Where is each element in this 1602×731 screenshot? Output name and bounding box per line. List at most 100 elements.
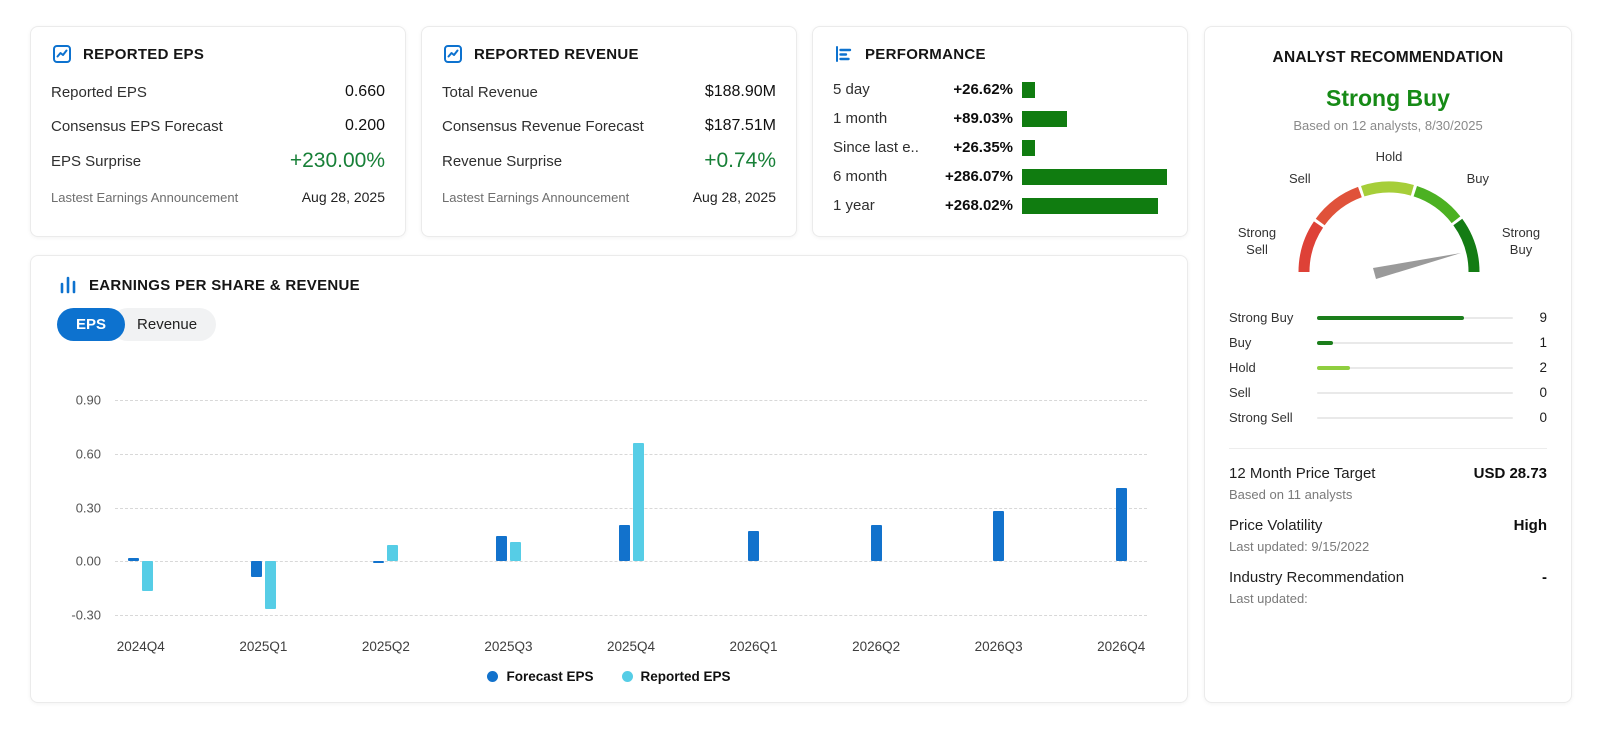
eps-bar[interactable] — [871, 525, 882, 561]
performance-row: 1 year+268.02% — [833, 191, 1167, 220]
eps-bar[interactable] — [619, 525, 630, 561]
stat-row-surprise: EPS Surprise +230.00% — [51, 143, 385, 181]
performance-bar-track — [1013, 198, 1167, 214]
legend-item[interactable]: Reported EPS — [622, 669, 731, 684]
consensus-subtitle: Based on 12 analysts, 8/30/2025 — [1229, 118, 1547, 133]
eps-bar[interactable] — [510, 542, 521, 562]
eps-bar[interactable] — [387, 545, 398, 561]
bar-chart-icon — [57, 274, 79, 296]
distribution-track — [1317, 392, 1513, 394]
distribution-row: Hold2 — [1229, 355, 1547, 380]
tab-revenue[interactable]: Revenue — [111, 308, 216, 341]
x-axis-tick: 2026Q2 — [852, 639, 900, 654]
eps-bar[interactable] — [251, 561, 262, 577]
legend-item[interactable]: Forecast EPS — [487, 669, 593, 684]
performance-bar — [1022, 111, 1067, 127]
y-axis-tick: 0.00 — [76, 554, 101, 569]
distribution-count: 2 — [1513, 360, 1547, 375]
performance-rows: 5 day+26.62%1 month+89.03%Since last e..… — [833, 75, 1167, 220]
stat-row-announcement: Lastest Earnings Announcement Aug 28, 20… — [442, 181, 776, 213]
performance-bar-track — [1013, 82, 1167, 98]
card-title: REPORTED EPS — [83, 46, 204, 63]
reported-revenue-card: REPORTED REVENUE Total Revenue $188.90M … — [421, 26, 797, 237]
performance-period: 6 month — [833, 168, 919, 185]
performance-card: PERFORMANCE 5 day+26.62%1 month+89.03%Si… — [812, 26, 1188, 237]
distribution-fill — [1317, 341, 1333, 345]
industry-row: Industry Recommendation - — [1229, 569, 1547, 586]
recommendation-gauge: Hold Sell Buy Strong Sell Strong Buy — [1229, 149, 1549, 291]
legend-dot — [487, 671, 498, 682]
distribution-label: Strong Sell — [1229, 410, 1317, 425]
eps-bar[interactable] — [496, 536, 507, 561]
legend-dot — [622, 671, 633, 682]
performance-change: +268.02% — [919, 197, 1013, 214]
stat-label: EPS Surprise — [51, 153, 141, 170]
stat-row: Consensus EPS Forecast 0.200 — [51, 109, 385, 143]
stat-row: Total Revenue $188.90M — [442, 75, 776, 109]
performance-change: +26.35% — [919, 139, 1013, 156]
performance-bar — [1022, 169, 1167, 185]
horizontal-bars-icon — [833, 43, 855, 65]
distribution-label: Strong Buy — [1229, 310, 1317, 325]
performance-period: Since last e... — [833, 139, 919, 156]
stat-label: Lastest Earnings Announcement — [51, 190, 238, 205]
earnings-dashboard: REPORTED EPS Reported EPS 0.660 Consensu… — [0, 0, 1602, 731]
stat-value: 0.660 — [345, 83, 385, 101]
performance-bar-track — [1013, 111, 1167, 127]
stat-row: Consensus Revenue Forecast $187.51M — [442, 109, 776, 143]
gauge-segment-hold — [1363, 187, 1413, 191]
distribution-count: 1 — [1513, 335, 1547, 350]
x-axis-tick: 2024Q4 — [117, 639, 165, 654]
eps-chart-plot: 0.900.600.300.00-0.302024Q42025Q12025Q22… — [115, 379, 1147, 629]
gauge-segment-strong-sell — [1304, 225, 1319, 273]
eps-bar[interactable] — [993, 511, 1004, 561]
x-axis-tick: 2026Q4 — [1097, 639, 1145, 654]
chart-tabs: EPS Revenue — [57, 308, 1161, 341]
reported-eps-card: REPORTED EPS Reported EPS 0.660 Consensu… — [30, 26, 406, 237]
distribution-count: 0 — [1513, 385, 1547, 400]
gauge-label-hold: Hold — [1376, 149, 1403, 164]
distribution-track — [1317, 417, 1513, 419]
distribution-track — [1317, 367, 1513, 369]
eps-bar[interactable] — [142, 561, 153, 591]
performance-bar-track — [1013, 140, 1167, 156]
x-axis-tick: 2025Q3 — [484, 639, 532, 654]
chart-header: EARNINGS PER SHARE & REVENUE — [57, 274, 1161, 296]
chart-legend: Forecast EPS Reported EPS — [57, 669, 1161, 690]
volatility-note: Last updated: 9/15/2022 — [1229, 539, 1547, 554]
x-axis-tick: 2026Q3 — [975, 639, 1023, 654]
price-target-row: 12 Month Price Target USD 28.73 — [1229, 465, 1547, 482]
price-target-label: 12 Month Price Target — [1229, 465, 1375, 482]
gridline — [115, 508, 1147, 509]
industry-value: - — [1542, 569, 1547, 586]
x-axis-tick: 2026Q1 — [730, 639, 778, 654]
performance-change: +286.07% — [919, 168, 1013, 185]
card-title: EARNINGS PER SHARE & REVENUE — [89, 277, 360, 294]
eps-bar[interactable] — [748, 531, 759, 561]
industry-label: Industry Recommendation — [1229, 569, 1404, 586]
performance-bar — [1022, 82, 1035, 98]
x-axis-tick: 2025Q2 — [362, 639, 410, 654]
stat-label: Consensus EPS Forecast — [51, 118, 223, 135]
eps-bar[interactable] — [1116, 488, 1127, 561]
reported-revenue-header: REPORTED REVENUE — [442, 43, 776, 65]
gauge-segment-strong-buy — [1458, 222, 1474, 272]
performance-row: 1 month+89.03% — [833, 104, 1167, 133]
performance-change: +89.03% — [919, 110, 1013, 127]
eps-bar[interactable] — [633, 443, 644, 561]
eps-bar[interactable] — [265, 561, 276, 609]
stat-label: Reported EPS — [51, 84, 147, 101]
left-column: REPORTED EPS Reported EPS 0.660 Consensu… — [30, 26, 1188, 703]
gauge-segment-sell — [1320, 192, 1360, 222]
tab-eps[interactable]: EPS — [57, 308, 125, 341]
announcement-date: Aug 28, 2025 — [302, 189, 385, 205]
performance-period: 1 year — [833, 197, 919, 214]
distribution-row: Sell0 — [1229, 380, 1547, 405]
report-document-icon — [51, 43, 73, 65]
performance-bar-track — [1013, 169, 1167, 185]
volatility-row: Price Volatility High — [1229, 517, 1547, 534]
price-target-note: Based on 11 analysts — [1229, 487, 1547, 502]
eps-bar[interactable] — [128, 558, 139, 562]
price-target-value: USD 28.73 — [1474, 465, 1547, 482]
eps-bar[interactable] — [373, 561, 384, 563]
